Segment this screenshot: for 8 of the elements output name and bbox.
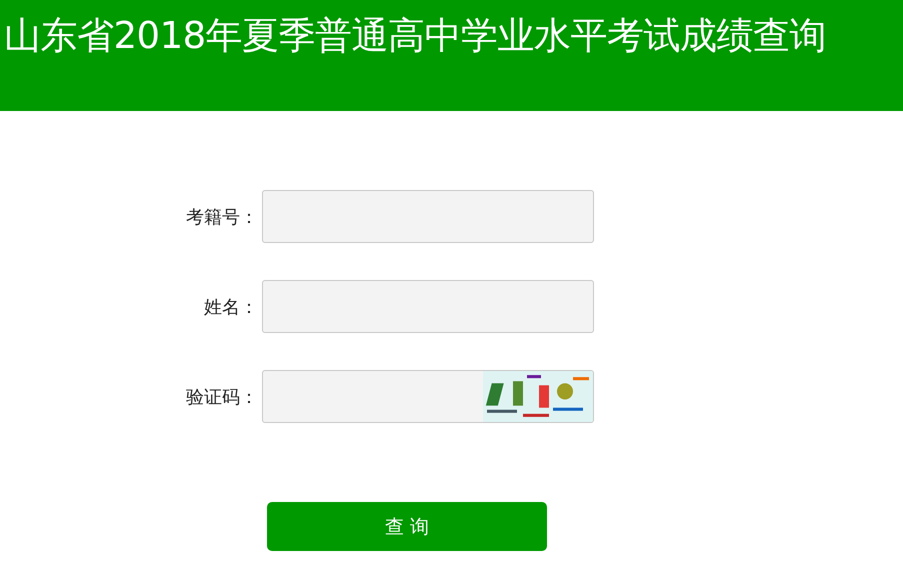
page-title: 山东省2018年夏季普通高中学业水平考试成绩查询 [4, 14, 826, 58]
field-label: 考籍号： [185, 206, 259, 228]
input-field[interactable] [262, 190, 594, 243]
captcha-field[interactable] [262, 370, 594, 423]
input-field[interactable] [262, 280, 594, 333]
field-label: 验证码： [185, 386, 259, 408]
query-button[interactable]: 查 询 [267, 502, 547, 551]
field-label: 姓名： [203, 296, 259, 318]
